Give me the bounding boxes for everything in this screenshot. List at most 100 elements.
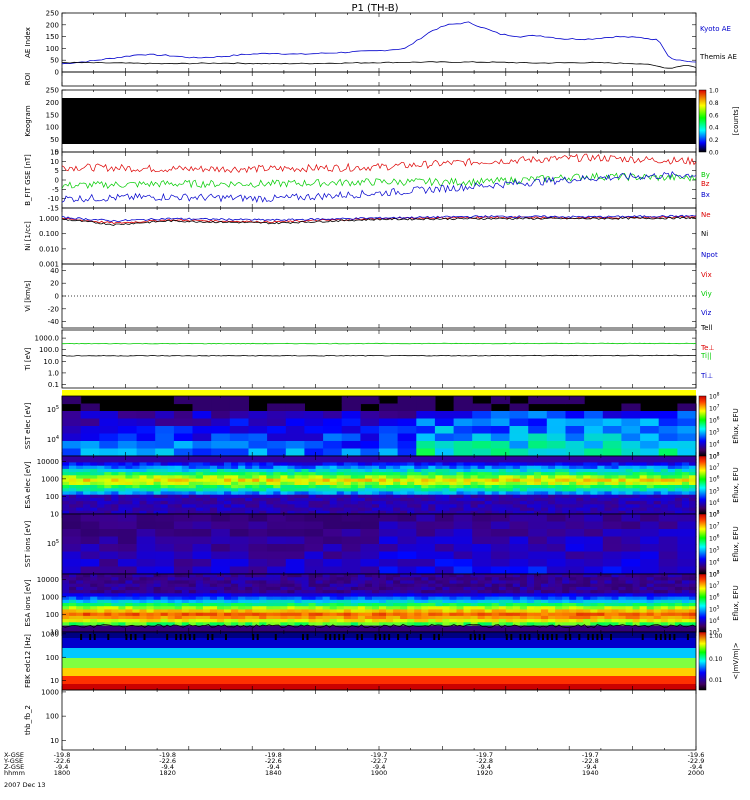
esa_e-cell bbox=[667, 475, 676, 480]
esa_i-cell bbox=[484, 593, 493, 598]
sst_i-cell bbox=[248, 529, 268, 538]
esa_e-cell bbox=[407, 462, 415, 467]
sst_i-cell bbox=[472, 559, 492, 568]
y-tick-label: -20 bbox=[48, 305, 59, 313]
sst_i-cell bbox=[211, 559, 231, 568]
esa_e-cell bbox=[583, 462, 591, 467]
esa_e-cell bbox=[576, 475, 584, 480]
esa_i-cell bbox=[583, 580, 591, 585]
sst_e-cell bbox=[136, 411, 156, 420]
time-tick-label: 1800 bbox=[54, 769, 71, 777]
esa_i-cell bbox=[526, 580, 535, 585]
esa_e-cell bbox=[252, 491, 260, 496]
fbk-band bbox=[62, 668, 696, 676]
sst_e-cell bbox=[229, 433, 249, 442]
sst_e-cell bbox=[285, 418, 305, 427]
esa_i-cell bbox=[245, 580, 253, 585]
sst_e-cell bbox=[379, 411, 399, 420]
y-tick-label: 10 bbox=[50, 158, 59, 166]
sst_i-cell bbox=[677, 514, 697, 523]
sst_i-cell bbox=[267, 566, 287, 575]
esa_e-cell bbox=[118, 491, 126, 496]
esa_e-cell bbox=[294, 462, 303, 467]
esa_e-cell bbox=[379, 475, 387, 480]
sst_e-cell bbox=[323, 411, 343, 420]
esa_e-cell bbox=[625, 504, 634, 509]
esa_e-cell bbox=[534, 491, 542, 496]
velocity-panel: -40 -20 0 20 40 Vi [km/s] Vix Viy Viz bbox=[24, 263, 712, 329]
sst_i-cell bbox=[528, 559, 548, 568]
esa_i-cell bbox=[414, 622, 422, 627]
sst_i-cell bbox=[528, 551, 548, 560]
sst_e-cell bbox=[677, 433, 697, 442]
esa_e-cell bbox=[386, 504, 394, 509]
esa_i-cell bbox=[174, 609, 183, 614]
esa_e-cell bbox=[512, 462, 521, 467]
esa_e-cell bbox=[273, 475, 281, 480]
esa_e-cell bbox=[407, 504, 415, 509]
sst_e-cell bbox=[341, 411, 361, 420]
esa_i-cell bbox=[336, 593, 345, 598]
esa_e-cell bbox=[590, 462, 598, 467]
sst_i-cell bbox=[155, 514, 175, 523]
esa_i-cell bbox=[407, 593, 415, 598]
sst_i-cell bbox=[267, 521, 287, 530]
sst_i-cell bbox=[509, 529, 529, 538]
sst_e-cell bbox=[416, 396, 436, 405]
esa_e-cell bbox=[484, 504, 493, 509]
esa_e-cell bbox=[90, 475, 98, 480]
density-y-label: Ni [1/cc] bbox=[24, 221, 32, 251]
esa_i-cell bbox=[83, 593, 91, 598]
y-tick-label: 5 bbox=[55, 167, 59, 175]
esa_e-cell bbox=[76, 475, 84, 480]
esa_i-cell bbox=[379, 593, 387, 598]
sst_e-cell bbox=[584, 433, 604, 442]
sst_e-cell bbox=[546, 418, 566, 427]
esa_i-cell bbox=[456, 593, 465, 598]
esa_i-cell bbox=[414, 593, 422, 598]
esa_i-cell bbox=[259, 580, 267, 585]
sst_i-cell bbox=[192, 551, 212, 560]
esa_i-cell bbox=[195, 593, 204, 598]
sst_i-cell bbox=[267, 536, 287, 545]
sst_i-cell bbox=[62, 529, 82, 538]
sst_i-cell bbox=[62, 544, 82, 553]
fbk-gap bbox=[555, 634, 558, 640]
sst_e-cell bbox=[490, 426, 511, 435]
sst_e-cell bbox=[453, 448, 473, 457]
sst_e-cell bbox=[546, 448, 566, 457]
esa_e-cell bbox=[357, 504, 366, 509]
esa_i-cell bbox=[245, 593, 253, 598]
esa_e-cell bbox=[231, 462, 239, 467]
esa_e-cell bbox=[329, 462, 338, 467]
esa_e-cell bbox=[364, 491, 373, 496]
sst_i-cell bbox=[117, 551, 138, 560]
sst_i-cell bbox=[490, 551, 511, 560]
esa_i-cell bbox=[231, 609, 239, 614]
sst_i-cell bbox=[136, 559, 156, 568]
b-by-line bbox=[61, 172, 697, 189]
sst_i-cell bbox=[677, 551, 697, 560]
esa_i-cell bbox=[449, 580, 457, 585]
fbk-band bbox=[62, 676, 696, 684]
esa_i-cell bbox=[667, 609, 676, 614]
esa_e-cell bbox=[491, 462, 500, 467]
sst_e-cell bbox=[341, 396, 361, 405]
esa_e-cell bbox=[653, 462, 662, 467]
keogram-colorbar-tick: 0.6 bbox=[709, 112, 719, 119]
esa_e-cell bbox=[421, 491, 429, 496]
esa_e-cell bbox=[308, 504, 317, 509]
fbk-gap bbox=[523, 634, 526, 640]
esa_e-cell bbox=[618, 491, 627, 496]
sst_i-cell bbox=[621, 536, 641, 545]
sst_e-cell bbox=[472, 433, 492, 442]
sst_e-cell bbox=[192, 426, 212, 435]
esa_e-cell bbox=[364, 462, 373, 467]
y-tick-label: 50 bbox=[50, 136, 59, 144]
esa_i-cell bbox=[646, 580, 655, 585]
esa_i-cell bbox=[97, 593, 105, 598]
sst_e-cell bbox=[490, 418, 511, 427]
sst_i-cell bbox=[658, 514, 678, 523]
esa_e-cell bbox=[519, 491, 528, 496]
esa_i-cell bbox=[308, 580, 317, 585]
